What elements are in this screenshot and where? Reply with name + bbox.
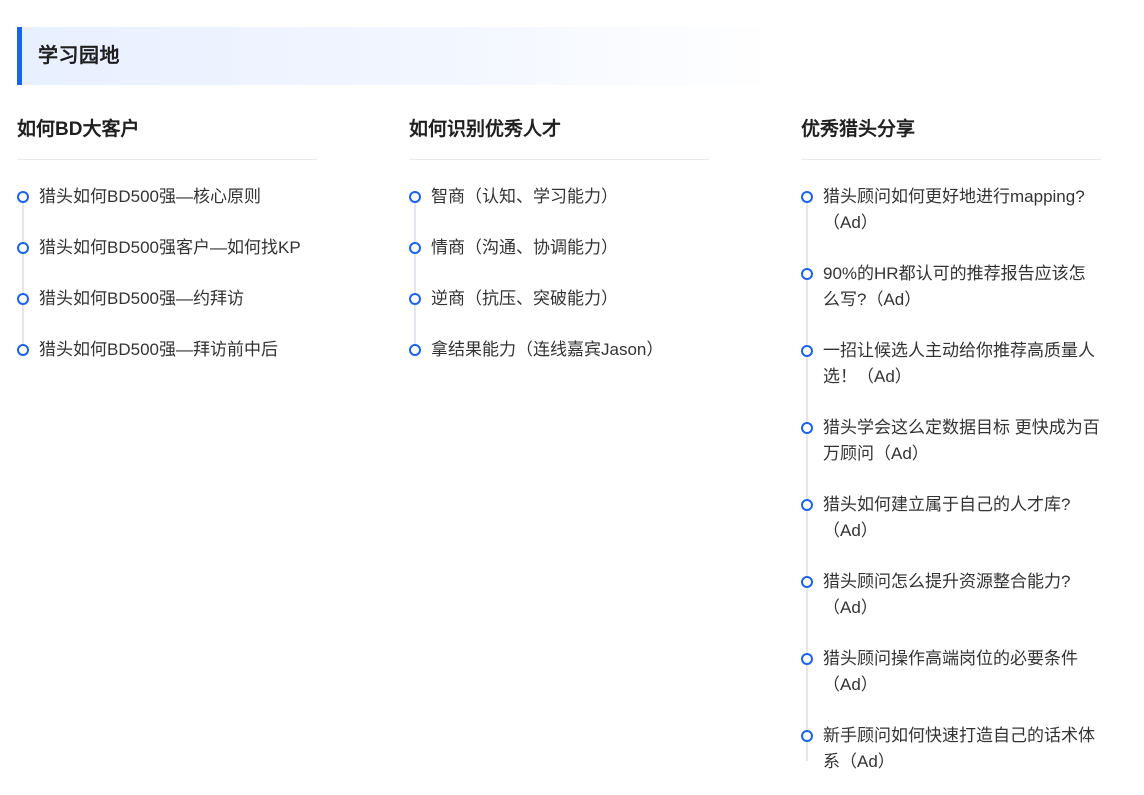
list-item[interactable]: 猎头如何建立属于自己的人才库?（Ad） [801,492,1101,544]
list-item[interactable]: 拿结果能力（连线嘉宾Jason） [409,337,709,363]
article-link[interactable]: 逆商（抗压、突破能力） [431,286,709,312]
list-item[interactable]: 逆商（抗压、突破能力） [409,286,709,312]
column-headhunter-sharing: 优秀猎头分享 猎头顾问如何更好地进行mapping?（Ad） 90%的HR都认可… [801,112,1101,795]
column-bd-clients: 如何BD大客户 猎头如何BD500强—核心原则 猎头如何BD500强客户—如何找… [17,112,317,388]
article-link[interactable]: 猎头如何BD500强—核心原则 [39,184,317,210]
column-title: 如何识别优秀人才 [409,112,709,160]
article-link[interactable]: 90%的HR都认可的推荐报告应该怎么写?（Ad） [823,261,1101,313]
list-item[interactable]: 猎头顾问如何更好地进行mapping?（Ad） [801,184,1101,236]
bullet-dot-icon [409,242,421,254]
article-link[interactable]: 猎头如何BD500强—拜访前中后 [39,337,317,363]
list-item[interactable]: 猎头学会这么定数据目标 更快成为百万顾问（Ad） [801,415,1101,467]
list-item[interactable]: 智商（认知、学习能力） [409,184,709,210]
bullet-dot-icon [17,242,29,254]
article-link[interactable]: 猎头顾问怎么提升资源整合能力?（Ad） [823,569,1101,621]
list-item[interactable]: 猎头顾问操作高端岗位的必要条件（Ad） [801,646,1101,698]
header-accent-bar [17,27,22,85]
article-link[interactable]: 猎头如何建立属于自己的人才库?（Ad） [823,492,1101,544]
bullet-dot-icon [801,345,813,357]
article-list: 智商（认知、学习能力） 情商（沟通、协调能力） 逆商（抗压、突破能力） 拿结果能… [409,184,709,363]
bullet-dot-icon [17,191,29,203]
learning-area-page: 学习园地 如何BD大客户 猎头如何BD500强—核心原则 猎头如何BD500强客… [0,0,1144,795]
list-item[interactable]: 情商（沟通、协调能力） [409,235,709,261]
bullet-dot-icon [17,293,29,305]
article-link[interactable]: 情商（沟通、协调能力） [431,235,709,261]
column-title: 优秀猎头分享 [801,112,1101,160]
article-link[interactable]: 猎头顾问如何更好地进行mapping?（Ad） [823,184,1101,236]
list-item[interactable]: 猎头如何BD500强—拜访前中后 [17,337,317,363]
article-link[interactable]: 拿结果能力（连线嘉宾Jason） [431,337,709,363]
article-link[interactable]: 新手顾问如何快速打造自己的话术体系（Ad） [823,723,1101,775]
article-link[interactable]: 智商（认知、学习能力） [431,184,709,210]
bullet-dot-icon [801,576,813,588]
article-link[interactable]: 猎头学会这么定数据目标 更快成为百万顾问（Ad） [823,415,1101,467]
article-list: 猎头顾问如何更好地进行mapping?（Ad） 90%的HR都认可的推荐报告应该… [801,184,1101,775]
section-title: 学习园地 [38,45,120,67]
column-talent-identification: 如何识别优秀人才 智商（认知、学习能力） 情商（沟通、协调能力） 逆商（抗压、突… [409,112,709,388]
article-link[interactable]: 猎头如何BD500强客户—如何找KP [39,235,317,261]
bullet-dot-icon [409,293,421,305]
list-item[interactable]: 一招让候选人主动给你推荐高质量人选！（Ad） [801,338,1101,390]
list-item[interactable]: 猎头顾问怎么提升资源整合能力?（Ad） [801,569,1101,621]
bullet-dot-icon [801,730,813,742]
section-header: 学习园地 [17,27,777,85]
article-link[interactable]: 一招让候选人主动给你推荐高质量人选！（Ad） [823,338,1101,390]
bullet-dot-icon [801,422,813,434]
bullet-dot-icon [409,191,421,203]
list-item[interactable]: 新手顾问如何快速打造自己的话术体系（Ad） [801,723,1101,775]
bullet-dot-icon [801,268,813,280]
list-item[interactable]: 猎头如何BD500强—约拜访 [17,286,317,312]
bullet-dot-icon [801,191,813,203]
list-item[interactable]: 猎头如何BD500强—核心原则 [17,184,317,210]
list-item[interactable]: 90%的HR都认可的推荐报告应该怎么写?（Ad） [801,261,1101,313]
article-link[interactable]: 猎头如何BD500强—约拜访 [39,286,317,312]
bullet-dot-icon [801,499,813,511]
article-list: 猎头如何BD500强—核心原则 猎头如何BD500强客户—如何找KP 猎头如何B… [17,184,317,363]
bullet-dot-icon [17,344,29,356]
list-item[interactable]: 猎头如何BD500强客户—如何找KP [17,235,317,261]
column-title: 如何BD大客户 [17,112,317,160]
bullet-dot-icon [801,653,813,665]
bullet-dot-icon [409,344,421,356]
article-link[interactable]: 猎头顾问操作高端岗位的必要条件（Ad） [823,646,1101,698]
